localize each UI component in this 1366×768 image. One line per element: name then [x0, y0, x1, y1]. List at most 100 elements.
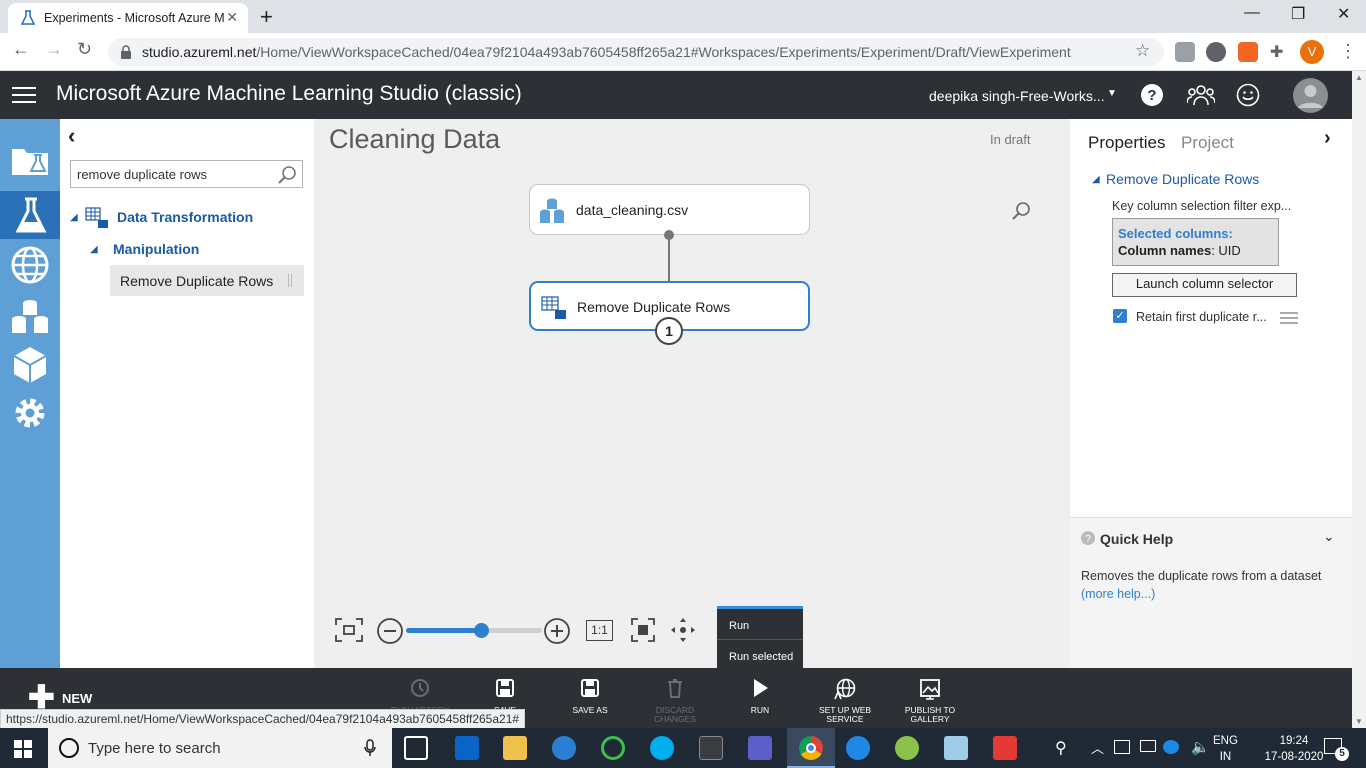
run-history-button[interactable]: RUN HISTORY [380, 678, 460, 715]
windows-start-icon[interactable] [14, 740, 32, 758]
teams-icon[interactable] [748, 736, 772, 760]
settings-gear-icon[interactable] [8, 391, 52, 435]
page-scrollbar[interactable]: ▲ ▼ [1352, 71, 1366, 728]
projects-folder-icon[interactable] [8, 137, 52, 181]
close-tab-icon[interactable]: ✕ [226, 9, 238, 26]
lock-icon[interactable] [120, 45, 132, 59]
category-data-transformation[interactable]: Data Transformation [117, 209, 253, 225]
module-remove-duplicate-rows[interactable]: Remove Duplicate Rows [110, 265, 304, 296]
file-explorer-icon[interactable] [503, 736, 527, 760]
back-icon[interactable]: ← [12, 39, 30, 60]
subcategory-manipulation[interactable]: Manipulation [113, 241, 199, 257]
module-search-input[interactable]: remove duplicate rows [70, 160, 303, 188]
extensions-puzzle-icon[interactable]: ✚ [1270, 42, 1290, 62]
experiment-canvas[interactable]: Cleaning Data In draft data_cleaning.csv… [314, 119, 1070, 668]
community-icon[interactable] [1187, 83, 1215, 107]
save-as-button[interactable]: SAVE AS [550, 678, 630, 715]
r-app-icon[interactable] [552, 736, 576, 760]
volume-icon[interactable]: 🔈 [1191, 738, 1210, 756]
drag-handle-icon[interactable] [288, 274, 292, 287]
extension-r-icon[interactable] [1238, 42, 1258, 62]
pan-icon[interactable] [670, 617, 696, 643]
chevron-down-icon[interactable]: ▼ [1107, 88, 1117, 99]
web-services-globe-icon[interactable] [8, 243, 52, 287]
clock[interactable]: 19:24 17-08-2020 [1256, 733, 1332, 765]
bookmark-star-icon[interactable]: ☆ [1135, 41, 1150, 61]
feedback-smiley-icon[interactable] [1236, 83, 1260, 107]
forward-icon[interactable]: → [45, 39, 63, 60]
network-icon[interactable] [1140, 740, 1156, 752]
zoom-actual-size-button[interactable]: 1:1 [586, 620, 613, 641]
outlook-icon[interactable] [455, 736, 479, 760]
output-port-badge[interactable]: 1 [655, 317, 683, 345]
tray-expand-icon[interactable]: ︿ [1091, 738, 1104, 757]
section-expand-icon[interactable]: ◢ [1092, 174, 1100, 185]
tray-app-icon[interactable] [1114, 740, 1130, 754]
scroll-up-icon[interactable]: ▲ [1355, 73, 1363, 82]
scroll-down-icon[interactable]: ▼ [1355, 717, 1363, 726]
reload-icon[interactable]: ↻ [77, 39, 92, 60]
window-close-icon[interactable]: ✕ [1337, 4, 1350, 24]
experiments-nav-item[interactable] [0, 191, 60, 239]
search-icon[interactable] [277, 165, 297, 185]
new-button[interactable]: NEW [62, 691, 92, 706]
retain-first-duplicate-checkbox[interactable]: ✓ [1113, 309, 1127, 323]
tab-properties[interactable]: Properties [1088, 133, 1165, 153]
chrome-taskbar-item[interactable] [787, 728, 835, 768]
dataset-node[interactable]: data_cleaning.csv [529, 184, 810, 235]
setup-web-service-button[interactable]: SET UP WEB SERVICE [805, 678, 885, 724]
hamburger-menu-icon[interactable] [12, 86, 36, 104]
publish-to-gallery-button[interactable]: PUBLISH TO GALLERY [890, 678, 970, 724]
paint-icon[interactable] [895, 736, 919, 760]
notepad-icon[interactable] [944, 736, 968, 760]
microphone-icon[interactable] [364, 739, 376, 757]
new-tab-button[interactable]: + [260, 4, 273, 30]
help-icon[interactable]: ? [1140, 83, 1164, 107]
zoom-out-icon[interactable] [376, 617, 404, 645]
browser-menu-icon[interactable]: ⋮ [1339, 41, 1357, 62]
language-indicator[interactable]: ENG IN [1213, 733, 1238, 765]
task-view-icon[interactable] [404, 736, 428, 760]
save-button[interactable]: SAVE [465, 678, 545, 715]
airtel-icon[interactable] [993, 736, 1017, 760]
terminal-icon[interactable] [699, 736, 723, 760]
globe-app-icon[interactable] [846, 736, 870, 760]
browser-tab[interactable]: Experiments - Microsoft Azure Machine Le… [8, 3, 248, 33]
run-button[interactable]: RUN [720, 678, 800, 715]
skype-icon[interactable] [650, 736, 674, 760]
taskbar-search-box[interactable]: Type here to search [48, 728, 392, 768]
collapse-palette-icon[interactable]: ‹ [68, 123, 75, 149]
zoom-in-icon[interactable] [543, 617, 571, 645]
onedrive-icon[interactable] [1163, 740, 1179, 754]
datasets-icon[interactable] [8, 295, 52, 339]
url-bar[interactable]: studio.azureml.net/Home/ViewWorkspaceCac… [108, 38, 1164, 66]
zoom-slider[interactable] [406, 623, 542, 638]
people-icon[interactable]: ⚲ [1055, 738, 1067, 758]
user-workspace-dropdown[interactable]: deepika singh-Free-Works... [929, 88, 1105, 104]
collapse-properties-icon[interactable]: › [1324, 127, 1331, 150]
trained-models-cube-icon[interactable] [8, 343, 52, 387]
new-plus-icon[interactable]: ✚ [28, 681, 55, 713]
more-help-link[interactable]: (more help...) [1081, 587, 1155, 601]
run-menu-item[interactable]: Run [729, 620, 749, 632]
extension-cast-icon[interactable] [1175, 42, 1195, 62]
tab-project[interactable]: Project [1181, 133, 1234, 153]
launch-column-selector-button[interactable]: Launch column selector [1112, 273, 1297, 297]
quick-help-chevron-icon[interactable]: ⌄ [1323, 528, 1335, 545]
zoom-slider-thumb[interactable] [473, 623, 489, 638]
zoom-to-selection-icon[interactable] [630, 617, 656, 643]
subtree-expand-icon[interactable]: ◢ [90, 244, 98, 255]
experiment-title[interactable]: Cleaning Data [329, 124, 500, 155]
discard-changes-button[interactable]: DISCARD CHANGES [635, 678, 715, 724]
extension-circle-icon[interactable] [1206, 42, 1226, 62]
user-avatar[interactable] [1293, 78, 1328, 113]
sync-app-icon[interactable] [601, 736, 625, 760]
canvas-search-icon[interactable] [1011, 201, 1031, 221]
minimize-icon[interactable]: — [1244, 4, 1260, 22]
profile-avatar[interactable]: V [1300, 40, 1324, 64]
restore-icon[interactable]: ❐ [1291, 4, 1305, 24]
fit-to-screen-icon[interactable] [334, 617, 364, 643]
run-selected-menu-item[interactable]: Run selected [729, 651, 793, 663]
parameter-options-icon[interactable] [1280, 312, 1298, 324]
tree-expand-icon[interactable]: ◢ [70, 212, 78, 223]
